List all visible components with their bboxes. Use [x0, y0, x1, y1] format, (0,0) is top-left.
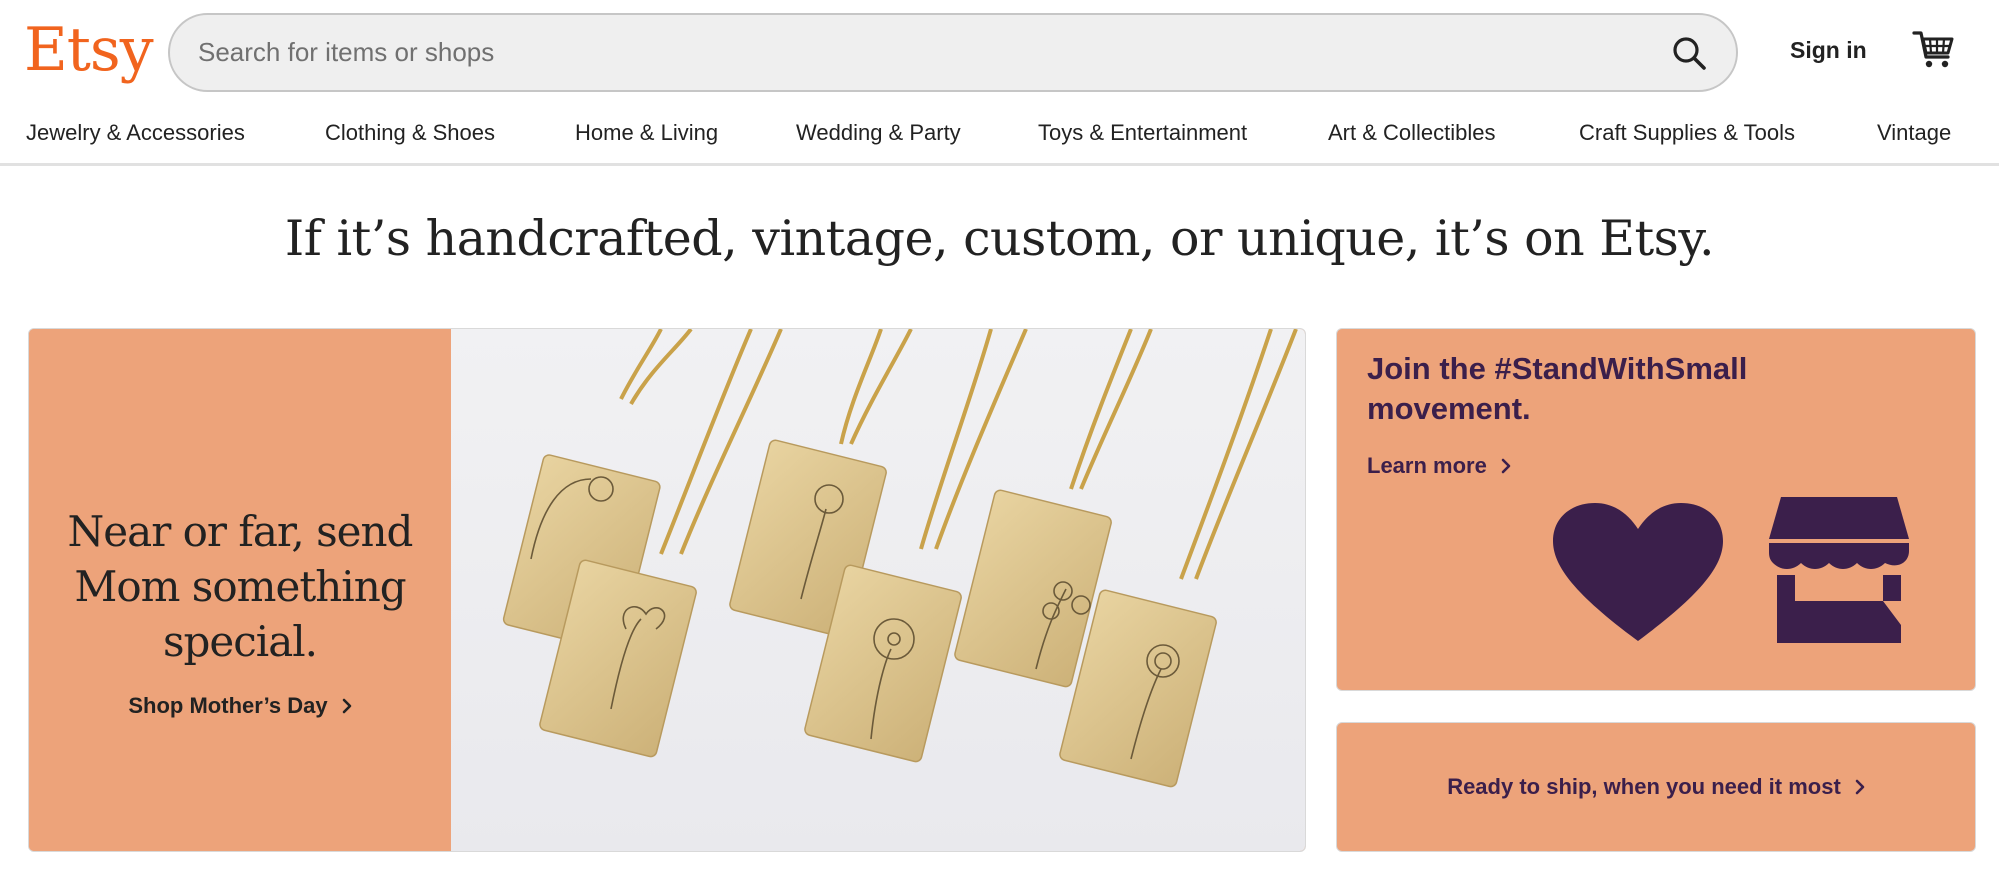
chevron-right-icon: [1501, 458, 1511, 474]
promo-link-label: Shop Mother’s Day: [128, 692, 328, 718]
storefront-icon: [1769, 497, 1909, 643]
nav-item-jewelry[interactable]: Jewelry & Accessories: [26, 120, 245, 146]
nav-item-wedding[interactable]: Wedding & Party: [796, 120, 961, 146]
ready-to-ship-link[interactable]: Ready to ship, when you need it most: [1447, 774, 1865, 800]
hero-title: If it’s handcrafted, vintage, custom, or…: [284, 210, 1715, 267]
shop-mothers-day-link[interactable]: Shop Mother’s Day: [128, 693, 351, 719]
stand-with-small-card[interactable]: Join the #StandWithSmall movement. Learn…: [1336, 328, 1976, 691]
search-button[interactable]: [1666, 30, 1712, 76]
site-header: Etsy Sign in: [0, 0, 1999, 100]
search-bar: [168, 13, 1738, 92]
flower-pendant-necklaces-image[interactable]: [451, 329, 1305, 851]
stand-with-small-headline: Join the #StandWithSmall movement.: [1367, 351, 1748, 426]
nav-item-clothing[interactable]: Clothing & Shoes: [325, 120, 495, 146]
category-nav: Jewelry & Accessories Clothing & Shoes H…: [0, 100, 1999, 166]
heart-icon: [1553, 503, 1723, 641]
necklace-illustration: [502, 329, 1298, 788]
nav-item-toys[interactable]: Toys & Entertainment: [1038, 120, 1247, 146]
learn-more-link[interactable]: Learn more: [1367, 453, 1511, 479]
search-input[interactable]: [198, 15, 1598, 90]
chevron-right-icon: [1855, 779, 1865, 795]
nav-item-vintage[interactable]: Vintage: [1877, 120, 1951, 146]
nav-item-art[interactable]: Art & Collectibles: [1328, 120, 1496, 146]
learn-more-label: Learn more: [1367, 453, 1487, 478]
mothers-day-promo[interactable]: Near or far, send Mom something special.…: [28, 328, 1306, 852]
nav-item-home[interactable]: Home & Living: [575, 120, 718, 146]
promo-headline: Near or far, send Mom something special.: [67, 506, 414, 666]
promo-text-panel: Near or far, send Mom something special.…: [29, 329, 451, 851]
ready-to-ship-card[interactable]: Ready to ship, when you need it most: [1336, 722, 1976, 852]
chevron-right-icon: [342, 698, 351, 713]
search-icon: [1673, 37, 1706, 70]
ready-to-ship-label: Ready to ship, when you need it most: [1447, 774, 1841, 799]
etsy-logo[interactable]: Etsy: [24, 10, 154, 90]
nav-item-craft[interactable]: Craft Supplies & Tools: [1579, 120, 1795, 146]
cart-icon[interactable]: [1912, 27, 1956, 71]
sign-in-link[interactable]: Sign in: [1790, 37, 1867, 64]
